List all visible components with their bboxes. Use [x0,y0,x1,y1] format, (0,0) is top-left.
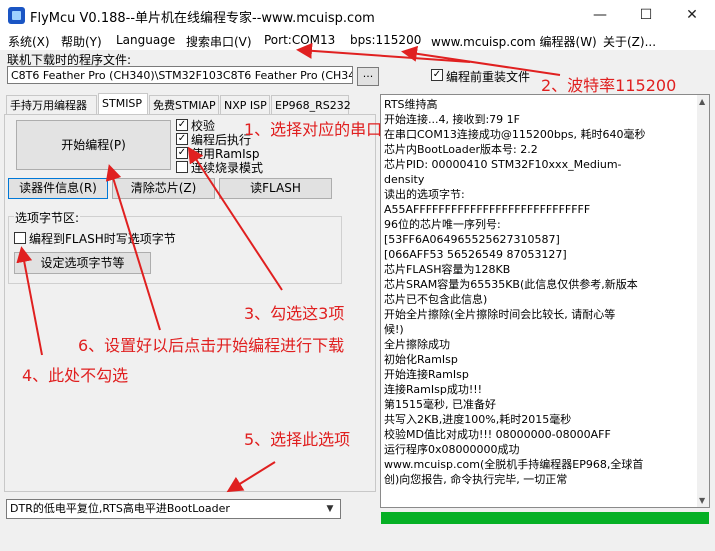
log-line: density [384,173,425,186]
menu-programmer[interactable]: www.mcuisp.com 编程器(W) [431,33,597,50]
ramisp-checkbox[interactable]: ✓ [176,147,188,159]
log-line: 开始连接RamIsp [384,368,469,381]
run-after-checkbox[interactable]: ✓ [176,133,188,145]
read-info-button[interactable]: 读器件信息(R) [8,178,108,199]
write-option-label: 编程到FLASH时写选项字节 [29,232,176,246]
log-line: A55AFFFFFFFFFFFFFFFFFFFFFFFFFFFF [384,203,591,216]
tab-stmisp[interactable]: STMISP [98,93,148,115]
menu-system[interactable]: 系统(X) [8,33,50,50]
log-line: 初始化RamIsp [384,353,458,366]
tab-handheld[interactable]: 手持万用编程器 [6,95,97,115]
progress-bar [381,512,709,524]
continuous-label: 连续烧录模式 [191,161,264,175]
log-line: 在串口COM13连接成功@115200bps, 耗时640毫秒 [384,128,646,141]
annotation-5: 5、选择此选项 [244,430,351,449]
log-line: 校验MD值比对成功!!! 08000000-08000AFF [384,428,611,441]
log-line: 共写入2KB,进度100%,耗时2015毫秒 [384,413,572,426]
log-line: 开始全片擦除(全片擦除时间会比较长, 请耐心等 [384,308,616,321]
log-line: 运行程序0x08000000成功 [384,443,520,456]
log-line: www.mcuisp.com(全脱机手持编程器EP968,全球首 [384,458,644,471]
set-option-bytes-button[interactable]: 设定选项字节等 [14,252,151,274]
log-line: 芯片已不包含此信息) [384,293,488,306]
continuous-checkbox[interactable] [176,161,188,173]
tab-nxp-isp[interactable]: NXP ISP [220,95,270,115]
tab-stmiap[interactable]: 免费STMIAP [149,95,219,115]
log-line: 芯片FLASH容量为128KB [384,263,511,276]
log-line: 芯片SRAM容量为65535KB(此信息仅供参考,新版本 [384,278,638,291]
log-line: 开始连接...4, 接收到:79 1F [384,113,521,126]
menu-bps[interactable]: bps:115200 [350,33,421,47]
menu-port[interactable]: Port:COM13 [264,33,335,47]
file-path-input[interactable]: C8T6 Feather Pro (CH340)\STM32F103C8T6 F… [7,66,353,84]
verify-checkbox[interactable]: ✓ [176,119,188,131]
option-bytes-title: 选项字节区: [14,209,81,226]
log-line: 候!) [384,323,404,336]
scroll-down-icon[interactable]: ▼ [699,496,705,505]
reload-label: 编程前重装文件 [446,70,531,84]
scroll-up-icon[interactable]: ▲ [699,97,705,106]
window-title: FlyMcu V0.188--单片机在线编程专家--www.mcuisp.com [30,11,375,26]
menu-help[interactable]: 帮助(Y) [61,33,102,50]
reload-checkbox[interactable]: ✓ [431,69,443,81]
log-line: 第1515毫秒, 已准备好 [384,398,496,411]
browse-button[interactable]: ... [357,67,379,86]
log-line: 芯片内BootLoader版本号: 2.2 [384,143,538,156]
log-line: 96位的芯片唯一序列号: [384,218,501,231]
maximize-button[interactable]: ☐ [623,0,669,30]
clear-chip-button[interactable]: 清除芯片(Z) [112,178,215,199]
log-output[interactable]: RTS维持高 开始连接...4, 接收到:79 1F 在串口COM13连接成功@… [380,94,710,508]
app-icon [8,7,25,24]
minimize-button[interactable]: — [577,0,623,30]
chevron-down-icon[interactable]: ▼ [320,500,340,518]
log-line: RTS维持高 [384,98,438,111]
close-button[interactable]: ✕ [669,0,715,30]
menu-language[interactable]: Language [116,33,175,47]
annotation-2: 2、波特率115200 [541,76,677,95]
tab-ep968[interactable]: EP968_RS232 [271,95,351,115]
log-line: 读出的选项字节: [384,188,465,201]
log-line: [066AFF53 56526549 87053127] [384,248,567,261]
log-line: 全片擦除成功 [384,338,450,351]
menu-search-port[interactable]: 搜索串口(V) [186,33,252,50]
annotation-1: 1、选择对应的串口 [244,120,383,139]
log-line: [53FF6A064965525627310587] [384,233,560,246]
menu-about[interactable]: 关于(Z)... [603,33,656,50]
start-program-button[interactable]: 开始编程(P) [16,120,171,170]
reset-mode-select[interactable]: DTR的低电平复位,RTS高电平进BootLoader [6,499,341,519]
write-option-checkbox[interactable] [14,232,26,244]
annotation-4: 4、此处不勾选 [22,366,129,385]
annotation-3: 3、勾选这3项 [244,304,345,323]
read-flash-button[interactable]: 读FLASH [219,178,332,199]
log-line: 芯片PID: 00000410 STM32F10xxx_Medium- [384,158,622,171]
log-line: 连接RamIsp成功!!! [384,383,483,396]
annotation-6: 6、设置好以后点击开始编程进行下载 [78,336,345,355]
log-scrollbar[interactable] [697,95,709,507]
log-line: 创)向您报告, 命令执行完毕, 一切正常 [384,473,568,486]
